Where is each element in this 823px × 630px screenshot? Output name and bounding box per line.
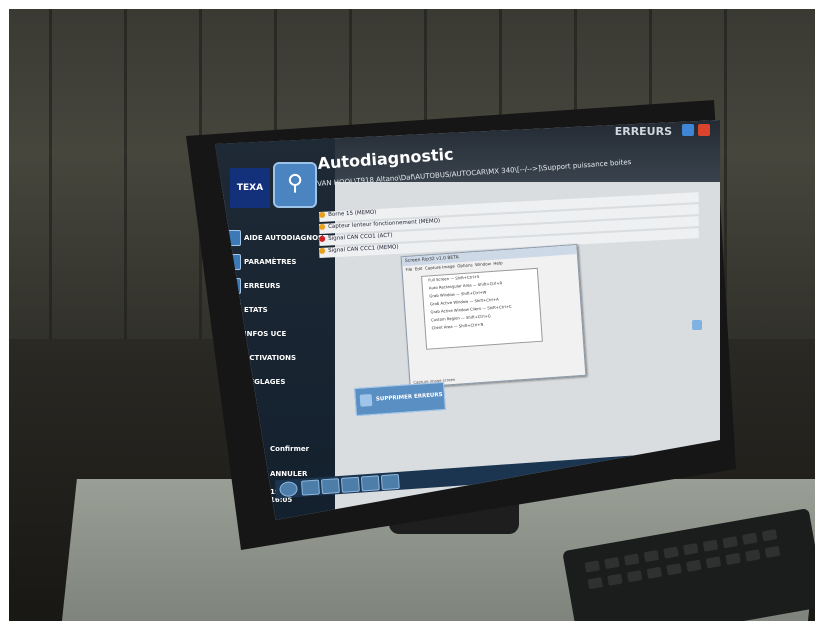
section-title: ERREURS xyxy=(614,125,672,138)
warning-icon xyxy=(319,211,326,218)
sidebar-item-aide[interactable]: AIDE AUTODIAGNOST... xyxy=(225,230,335,246)
sidebar-item-parametres[interactable]: PARAMÈTRES xyxy=(225,254,330,270)
menu-window[interactable]: Window xyxy=(475,261,491,267)
autodiagnostic-icon[interactable]: ⚲ xyxy=(273,162,317,208)
wall-slat xyxy=(124,9,127,369)
menu-file[interactable]: File xyxy=(405,267,412,272)
menu-help[interactable]: Help xyxy=(493,260,502,266)
confirm-button[interactable]: Confirmer xyxy=(270,445,309,453)
taskbar-app-icon[interactable] xyxy=(380,473,400,491)
menu-options[interactable]: Options xyxy=(457,262,473,268)
close-button[interactable] xyxy=(698,124,710,136)
screen-capture-dialog: Screen Rip32 v1.0 BETA File Edit Capture… xyxy=(400,243,587,389)
cancel-button[interactable]: ANNULER xyxy=(270,470,307,478)
texa-logo: TEXA xyxy=(230,168,270,208)
error-icon xyxy=(319,235,326,242)
minimize-button[interactable] xyxy=(682,124,694,136)
delete-errors-button[interactable]: SUPPRIMER ERREURS xyxy=(354,381,446,417)
taskbar-app-icon[interactable] xyxy=(320,478,340,495)
photo: ERREURS TEXA ⚲ AIDE AUTODIAGNOST... PARA… xyxy=(0,0,823,630)
taskbar-app-icon[interactable] xyxy=(360,475,380,492)
scroll-icon[interactable] xyxy=(692,320,702,330)
taskbar-app-icon[interactable] xyxy=(340,476,360,493)
capture-dropdown: Full Screen — Shift+Ctrl+S Auto Rectangu… xyxy=(421,267,543,350)
delete-icon xyxy=(359,393,373,407)
start-icon[interactable] xyxy=(279,481,299,498)
warning-icon xyxy=(319,223,326,230)
wall-slat xyxy=(49,9,52,369)
sidebar-item-erreurs[interactable]: ERREURS xyxy=(225,278,330,294)
warning-icon xyxy=(319,247,326,254)
menu-edit[interactable]: Edit xyxy=(415,266,423,272)
taskbar-app-icon[interactable] xyxy=(300,479,320,496)
menu-capture-image[interactable]: Capture Image xyxy=(425,264,455,271)
